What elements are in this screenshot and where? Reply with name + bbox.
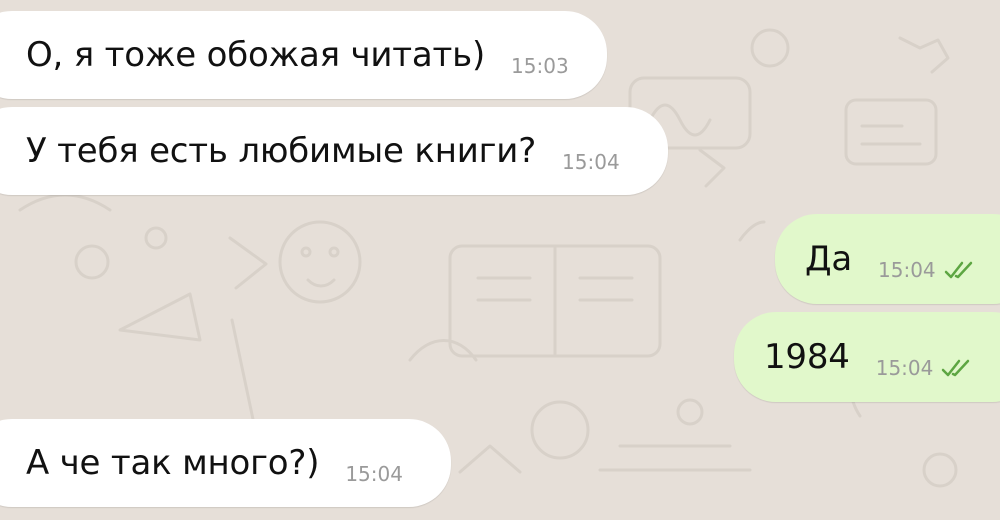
message-meta: 15:04 <box>345 464 403 484</box>
outgoing-message-bubble[interactable]: 1984 15:04 <box>734 312 1000 402</box>
message-time: 15:04 <box>875 356 934 380</box>
incoming-message-bubble[interactable]: А че так много?) 15:04 <box>0 419 451 507</box>
outgoing-message-bubble[interactable]: Да 15:04 <box>775 214 1000 304</box>
message-meta: 15:03 <box>511 56 569 76</box>
message-time: 15:04 <box>878 258 936 282</box>
message-meta: 15:04 <box>878 260 978 280</box>
message-meta: 15:04 <box>876 358 976 378</box>
message-time: 15:03 <box>511 54 569 78</box>
message-text: 1984 <box>764 337 850 377</box>
message-text: Да <box>805 239 852 279</box>
message-meta: 15:04 <box>562 152 620 172</box>
message-text: А че так много?) <box>26 443 320 483</box>
message-time: 15:04 <box>562 150 620 174</box>
incoming-message-bubble[interactable]: У тебя есть любимые книги? 15:04 <box>0 107 668 195</box>
message-text: У тебя есть любимые книги? <box>26 131 537 171</box>
incoming-message-bubble[interactable]: О, я тоже обожая читать) 15:03 <box>0 11 607 99</box>
double-check-icon <box>941 358 975 378</box>
message-time: 15:04 <box>345 462 403 486</box>
double-check-icon <box>944 260 978 280</box>
message-text: О, я тоже обожая читать) <box>26 35 486 75</box>
